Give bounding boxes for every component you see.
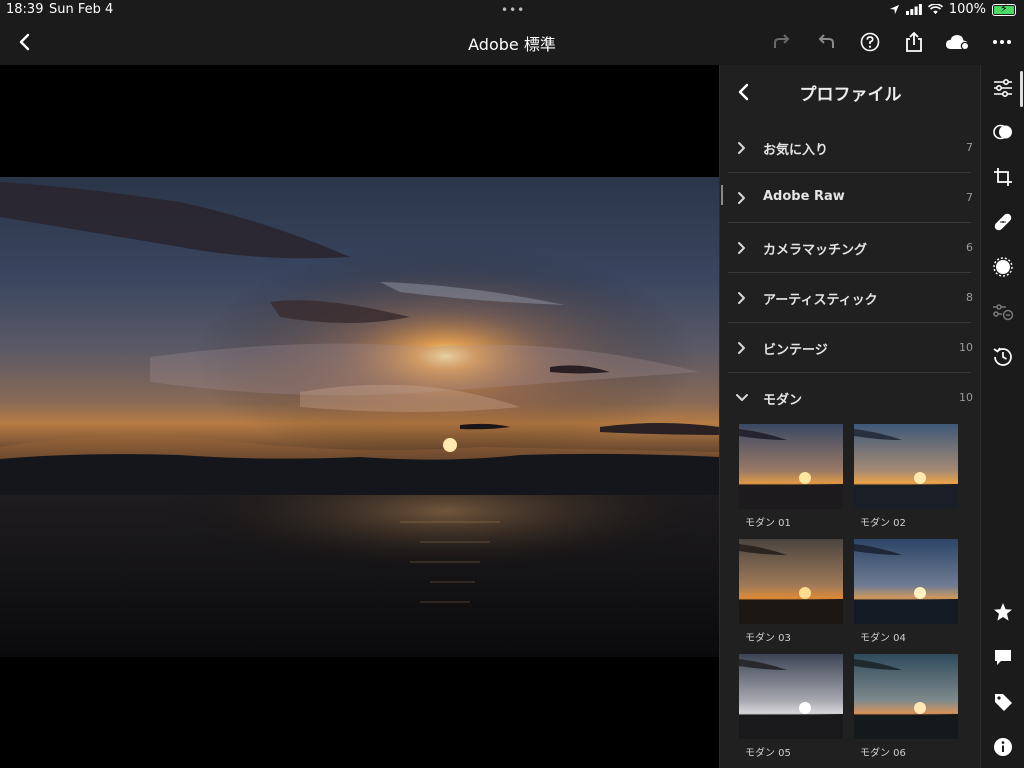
thumbnail-image — [739, 654, 843, 739]
more-icon — [993, 40, 1011, 44]
cloud-sync-button[interactable] — [944, 28, 972, 56]
presets-button[interactable] — [989, 118, 1017, 146]
edit-sliders-icon — [994, 78, 1012, 98]
thumbnail-label: モダン 01 — [745, 518, 791, 529]
group-count: 7 — [966, 141, 973, 154]
thumbnail-image — [739, 539, 843, 624]
thumbnail-image — [739, 424, 843, 509]
healing-icon — [994, 213, 1012, 231]
active-tool-indicator — [1020, 71, 1023, 107]
undo-icon — [818, 34, 834, 48]
share-button[interactable] — [900, 28, 928, 56]
redo-button[interactable] — [768, 28, 796, 56]
history-button[interactable] — [989, 343, 1017, 371]
chevron-right-icon — [738, 342, 745, 354]
status-time: 18:39 — [6, 2, 44, 17]
history-icon — [993, 347, 1012, 366]
chevron-right-icon — [738, 242, 745, 254]
healing-button[interactable] — [989, 208, 1017, 236]
thumbnail-image — [854, 424, 958, 509]
help-button[interactable] — [856, 28, 884, 56]
photo-canvas[interactable] — [0, 177, 719, 657]
profile-group-vintage[interactable]: ビンテージ 10 — [720, 323, 981, 373]
info-icon — [994, 738, 1012, 756]
sunset-photo — [0, 177, 719, 657]
profile-group-adobe-raw[interactable]: Adobe Raw 7 — [720, 173, 981, 223]
cloud-sync-icon — [946, 35, 970, 51]
profile-thumbnail[interactable]: モダン 05 — [739, 654, 843, 759]
versions-icon — [993, 304, 1014, 321]
thumbnail-label: モダン 06 — [860, 748, 906, 759]
thumbnail-image — [854, 654, 958, 739]
wifi-icon — [927, 4, 943, 15]
profile-thumbnail[interactable]: モダン 01 — [739, 424, 843, 529]
thumbnail-label: モダン 05 — [745, 748, 791, 759]
thumbnail-label: モダン 02 — [860, 518, 906, 529]
more-button[interactable] — [988, 28, 1016, 56]
status-bar: 18:39 Sun Feb 4 ••• 100% ⚡ — [0, 0, 1024, 20]
group-label: カメラマッチング — [763, 243, 868, 258]
profile-group-modern[interactable]: モダン 10 — [720, 373, 981, 423]
status-date: Sun Feb 4 — [49, 2, 114, 17]
comment-icon — [995, 650, 1011, 665]
panel-header: プロファイル — [720, 65, 981, 119]
info-button[interactable] — [989, 733, 1017, 761]
profile-panel: プロファイル お気に入り 7 Adobe Raw 7 カメラマッチング 6 アー… — [719, 65, 980, 768]
group-count: 10 — [959, 341, 973, 354]
group-label: ビンテージ — [763, 343, 828, 358]
presets-icon — [993, 124, 1012, 140]
group-label: Adobe Raw — [763, 189, 845, 204]
group-count: 10 — [959, 391, 973, 404]
chevron-right-icon — [738, 142, 745, 154]
battery-icon: ⚡ — [992, 2, 1016, 16]
profile-group-camera-matching[interactable]: カメラマッチング 6 — [720, 223, 981, 273]
star-icon — [994, 603, 1012, 621]
profile-thumbnail[interactable]: モダン 03 — [739, 539, 843, 644]
battery-percent: 100% — [948, 2, 986, 17]
redo-icon — [774, 34, 790, 48]
group-count: 8 — [966, 291, 973, 304]
masking-button[interactable] — [989, 253, 1017, 281]
panel-title: プロファイル — [799, 85, 902, 105]
group-count: 6 — [966, 241, 973, 254]
crop-icon — [994, 168, 1012, 186]
chevron-down-icon — [736, 394, 748, 401]
tag-icon — [995, 694, 1012, 711]
comment-button[interactable] — [989, 643, 1017, 671]
location-icon — [889, 4, 899, 15]
share-icon — [906, 31, 922, 52]
rating-button[interactable] — [989, 598, 1017, 626]
group-label: モダン — [763, 393, 803, 408]
group-label: アーティスティック — [763, 293, 878, 308]
thumbnail-label: モダン 03 — [745, 633, 791, 644]
profile-thumbnail[interactable]: モダン 02 — [854, 424, 958, 529]
multitask-dots[interactable]: ••• — [501, 3, 525, 17]
thumbnail-image — [854, 539, 958, 624]
photo-viewer[interactable] — [0, 65, 719, 768]
app: 18:39 Sun Feb 4 ••• 100% ⚡ Adobe 標準 プロファ… — [0, 0, 1024, 768]
masking-icon — [993, 257, 1013, 277]
chevron-right-icon — [738, 292, 745, 304]
status-right: 100% ⚡ — [889, 2, 1016, 17]
profile-group-favorites[interactable]: お気に入り 7 — [720, 123, 981, 173]
profile-group-artistic[interactable]: アーティスティック 8 — [720, 273, 981, 323]
tag-button[interactable] — [989, 688, 1017, 716]
profile-thumbnail[interactable]: モダン 06 — [854, 654, 958, 759]
edit-tool-button[interactable] — [989, 74, 1017, 102]
group-label: お気に入り — [763, 143, 829, 158]
signal-icon — [905, 4, 922, 15]
thumbnail-label: モダン 04 — [860, 633, 906, 644]
chevron-right-icon — [738, 192, 745, 204]
help-icon — [860, 32, 880, 52]
group-count: 7 — [966, 191, 973, 204]
undo-button[interactable] — [812, 28, 840, 56]
crop-button[interactable] — [989, 163, 1017, 191]
profile-thumbnail[interactable]: モダン 04 — [854, 539, 958, 644]
tool-rail — [980, 65, 1024, 768]
versions-button[interactable] — [989, 298, 1017, 326]
top-bar: Adobe 標準 — [0, 20, 1024, 65]
